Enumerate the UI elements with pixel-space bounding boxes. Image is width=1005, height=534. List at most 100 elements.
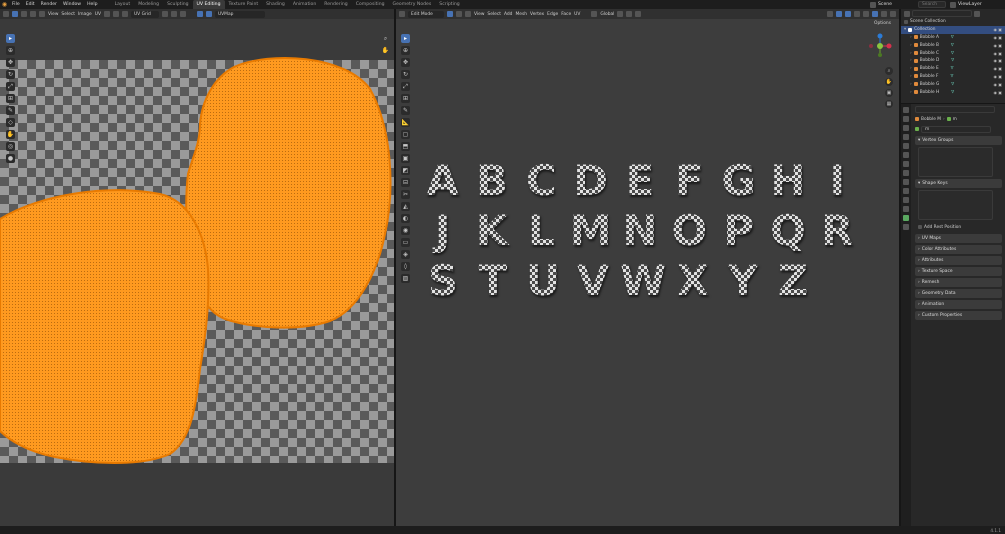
perspective-toggle-icon[interactable]: ▦	[885, 100, 893, 108]
tab-modeling[interactable]: Modeling	[134, 0, 163, 9]
tab-compositing[interactable]: Compositing	[352, 0, 389, 9]
orientation-icon[interactable]	[591, 11, 598, 17]
viewport-gizmo-icon[interactable]	[836, 11, 842, 17]
snapping-icon[interactable]	[626, 11, 633, 17]
vertex-select-icon[interactable]	[447, 11, 453, 17]
annotate-tool-icon[interactable]: ✎	[6, 106, 15, 115]
panel-shape-keys[interactable]: ▾ Shape Keys	[915, 179, 1002, 188]
vp-annotate-tool-icon[interactable]: ✎	[401, 106, 410, 115]
world-tab-icon[interactable]	[903, 152, 909, 158]
blender-logo-icon[interactable]: ◉	[0, 0, 9, 9]
move-tool-icon[interactable]: ✥	[6, 58, 15, 67]
scale-tool-icon[interactable]: ⤢	[6, 82, 15, 91]
tab-animation[interactable]: Animation	[289, 0, 320, 9]
bobble-letter[interactable]: Z	[770, 256, 816, 305]
bobble-letter[interactable]: D	[568, 156, 613, 205]
uv-sync-icon[interactable]	[39, 11, 45, 17]
panel-animation[interactable]: › Animation	[915, 300, 1002, 309]
image-close-icon[interactable]	[179, 11, 186, 17]
snap-icon[interactable]	[112, 11, 119, 17]
render-tab-icon[interactable]	[903, 116, 909, 122]
uv-island-left[interactable]	[0, 189, 210, 464]
bobble-letter[interactable]: Y	[720, 256, 766, 305]
material-tab-icon[interactable]	[903, 224, 909, 230]
vp-menu-view[interactable]: View	[474, 12, 484, 17]
tab-layout[interactable]: Layout	[111, 0, 135, 9]
relax-tool-icon[interactable]: ◎	[6, 142, 15, 151]
editor-type-icon[interactable]	[3, 11, 9, 17]
proportional-icon[interactable]	[121, 11, 128, 17]
menu-window[interactable]: Window	[60, 2, 84, 7]
inset-tool-icon[interactable]: ▣	[401, 154, 410, 163]
visibility-icon[interactable]	[827, 11, 833, 17]
collection-visibility-icon[interactable]: ◉ ▣	[993, 27, 1002, 32]
view-layer-selector[interactable]: ViewLayer	[950, 0, 982, 9]
panel-texture-space[interactable]: › Texture Space	[915, 267, 1002, 276]
view-layer-tab-icon[interactable]	[903, 134, 909, 140]
bobble-letter[interactable]: Q	[765, 206, 810, 255]
outliner-item[interactable]: › Bobble B ∇ ◉ ▣	[901, 41, 1005, 49]
viewport-overlay-icon[interactable]	[845, 11, 851, 17]
vp-menu-mesh[interactable]: Mesh	[515, 12, 527, 17]
zoom-icon[interactable]: ⌕	[381, 34, 390, 43]
menu-render[interactable]: Render	[38, 2, 60, 7]
outliner-item[interactable]: › Bobble C ∇ ◉ ▣	[901, 49, 1005, 57]
vp-menu-face[interactable]: Face	[561, 12, 571, 17]
bevel-tool-icon[interactable]: ◩	[401, 166, 410, 175]
panel-custom-properties[interactable]: › Custom Properties	[915, 311, 1002, 320]
transform-tool-icon[interactable]: ⊞	[6, 94, 15, 103]
physics-tab-icon[interactable]	[903, 197, 909, 203]
menu-edit[interactable]: Edit	[23, 2, 38, 7]
visibility-icon[interactable]: ◉ ▣	[993, 82, 1002, 87]
image-selector[interactable]: UV Grid	[130, 10, 159, 18]
vertex-groups-list[interactable]	[918, 147, 993, 177]
overlay-icon[interactable]	[196, 11, 203, 17]
bobble-letter[interactable]: W	[620, 256, 666, 305]
measure-tool-icon[interactable]: 📐	[401, 118, 410, 127]
expand-arrow-icon[interactable]: ›	[910, 74, 912, 79]
tab-texture-paint[interactable]: Texture Paint	[225, 0, 263, 9]
image-open-icon[interactable]	[170, 11, 177, 17]
spin-tool-icon[interactable]: ◐	[401, 214, 410, 223]
visibility-icon[interactable]: ◉ ▣	[993, 90, 1002, 95]
camera-view-icon[interactable]: ▣	[885, 89, 893, 97]
vp-transform-tool-icon[interactable]: ⊞	[401, 94, 410, 103]
outliner-item[interactable]: › Bobble A ∇ ◉ ▣	[901, 34, 1005, 42]
tab-scripting[interactable]: Scripting	[435, 0, 463, 9]
shape-keys-list[interactable]	[918, 190, 993, 220]
vp-menu-vertex[interactable]: Vertex	[530, 12, 544, 17]
constraints-tab-icon[interactable]	[903, 206, 909, 212]
expand-arrow-icon[interactable]: ›	[910, 51, 912, 56]
tab-uv-editing[interactable]: UV Editing	[192, 0, 225, 9]
outliner-filter-icon[interactable]	[974, 10, 980, 17]
tool-tab-icon[interactable]	[903, 107, 909, 113]
bobble-letter[interactable]: J	[420, 206, 465, 255]
vp-cursor-tool-icon[interactable]: ⊕	[401, 46, 410, 55]
viewport-pan-icon[interactable]: ✋	[885, 78, 893, 86]
uv-menu-uv[interactable]: UV	[95, 12, 101, 17]
tab-geometry-nodes[interactable]: Geometry Nodes	[389, 0, 436, 9]
bobble-letter[interactable]: X	[670, 256, 716, 305]
checkbox-icon[interactable]	[918, 225, 922, 229]
panel-geometry-data[interactable]: › Geometry Data	[915, 289, 1002, 298]
cursor-tool-icon[interactable]: ⊕	[6, 46, 15, 55]
menu-file[interactable]: File	[9, 2, 23, 7]
select-tool-icon[interactable]: ▸	[401, 34, 410, 43]
uv-menu-view[interactable]: View	[48, 12, 58, 17]
rip-tool-icon[interactable]: ◇	[6, 118, 15, 127]
shear-tool-icon[interactable]: ◊	[401, 262, 410, 271]
panel-remesh[interactable]: › Remesh	[915, 278, 1002, 287]
tab-shading[interactable]: Shading	[262, 0, 289, 9]
bobble-letter[interactable]: T	[470, 256, 516, 305]
bobble-letter[interactable]: A	[420, 156, 465, 205]
vp-menu-select[interactable]: Select	[487, 12, 501, 17]
visibility-icon[interactable]: ◉ ▣	[993, 58, 1002, 63]
expand-arrow-icon[interactable]: ›	[910, 82, 912, 87]
shading-wire-icon[interactable]	[863, 11, 869, 17]
rip-region-tool-icon[interactable]: ▨	[401, 274, 410, 283]
bobble-letter[interactable]: N	[617, 206, 662, 255]
outliner-search[interactable]	[912, 10, 972, 17]
object-tab-icon[interactable]	[903, 170, 909, 176]
add-cube-tool-icon[interactable]: ▢	[401, 130, 410, 139]
options-dropdown[interactable]: Options	[874, 21, 891, 26]
